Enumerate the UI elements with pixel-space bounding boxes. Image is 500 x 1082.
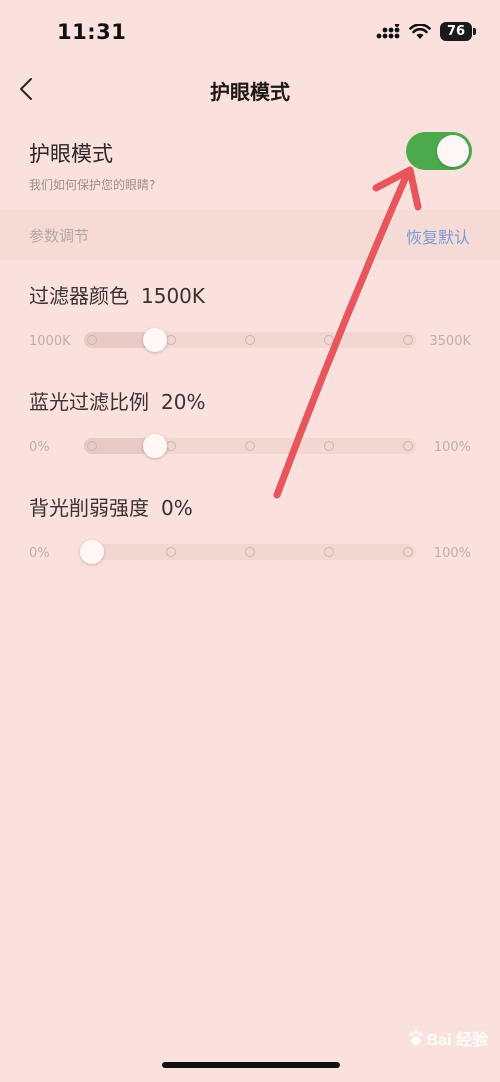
setting-name: 背光削弱强度 <box>29 496 149 520</box>
nav-bar: 护眼模式 <box>0 64 500 114</box>
setting-backlight: 背光削弱强度 0% 0% 100% <box>0 492 500 602</box>
slider-tick <box>324 547 334 557</box>
slider-tick <box>403 335 413 345</box>
setting-label: 过滤器颜色 1500K <box>29 280 205 309</box>
slider-min-label: 0% <box>29 440 50 455</box>
slider-tick <box>166 547 176 557</box>
slider-tick <box>324 335 334 345</box>
signal-icon <box>376 23 400 38</box>
filter-color-slider[interactable] <box>84 328 416 352</box>
status-icons: 76 <box>376 22 476 41</box>
slider-tick <box>324 441 334 451</box>
setting-value: 1500K <box>141 284 206 308</box>
slider-min-label: 0% <box>29 546 50 561</box>
setting-name: 过滤器颜色 <box>29 284 129 308</box>
slider-thumb[interactable] <box>80 540 104 564</box>
eye-mode-help-link[interactable]: 我们如何保护您的眼睛? <box>29 176 155 193</box>
slider-tick <box>87 335 97 345</box>
home-indicator[interactable] <box>162 1062 340 1068</box>
eye-mode-toggle[interactable] <box>406 132 472 170</box>
battery-icon: 76 <box>440 22 476 41</box>
slider-tick <box>166 441 176 451</box>
page-title: 护眼模式 <box>210 80 290 104</box>
slider-thumb[interactable] <box>143 434 168 458</box>
slider-tick <box>245 335 255 345</box>
status-time: 11:31 <box>57 20 127 44</box>
setting-filter-color: 过滤器颜色 1500K 1000K 3500K <box>0 280 500 390</box>
toggle-knob <box>437 135 469 167</box>
blue-light-slider[interactable] <box>84 434 416 458</box>
slider-tick <box>403 441 413 451</box>
setting-label: 背光削弱强度 0% <box>29 492 193 521</box>
slider-tick <box>245 441 255 451</box>
battery-level: 76 <box>446 24 466 39</box>
watermark: Bai 经验 <box>407 1026 488 1050</box>
paw-icon <box>409 1030 423 1045</box>
slider-min-label: 1000K <box>29 334 71 349</box>
watermark-text: Bai 经验 <box>426 1032 488 1049</box>
slider-max-label: 3500K <box>429 334 471 349</box>
section-header: 参数调节 恢复默认 <box>0 210 500 260</box>
setting-label: 蓝光过滤比例 20% <box>29 386 205 415</box>
section-title: 参数调节 <box>29 227 90 245</box>
slider-tick <box>245 547 255 557</box>
backlight-slider[interactable] <box>80 540 416 564</box>
setting-blue-light: 蓝光过滤比例 20% 0% 100% <box>0 386 500 496</box>
slider-tick <box>403 547 413 557</box>
reset-defaults-button[interactable]: 恢复默认 <box>406 224 470 248</box>
wifi-icon <box>409 23 431 39</box>
status-bar: 11:31 76 <box>0 0 500 64</box>
slider-max-label: 100% <box>433 546 471 561</box>
slider-tick <box>87 441 97 451</box>
setting-value: 0% <box>161 496 193 520</box>
eye-mode-row: 护眼模式 我们如何保护您的眼睛? <box>0 128 500 206</box>
setting-value: 20% <box>161 390 206 414</box>
slider-thumb[interactable] <box>143 328 168 352</box>
slider-tick <box>166 335 176 345</box>
setting-name: 蓝光过滤比例 <box>29 390 149 414</box>
eye-mode-title: 护眼模式 <box>29 142 113 166</box>
slider-max-label: 100% <box>433 440 471 455</box>
